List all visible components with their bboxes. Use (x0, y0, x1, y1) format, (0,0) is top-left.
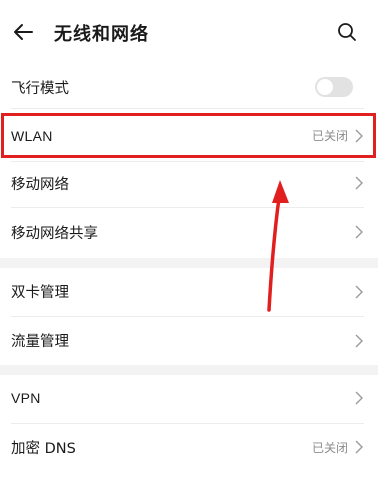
divider (11, 108, 364, 109)
mobile-network-row[interactable]: 移动网络 (0, 161, 378, 205)
app-header: 无线和网络 (0, 0, 378, 66)
airplane-mode-label: 飞行模式 (11, 80, 69, 97)
chevron-right-icon (354, 285, 364, 299)
section-gap (0, 365, 378, 375)
arrow-left-icon (14, 24, 33, 40)
search-icon (338, 23, 356, 41)
dual-sim-row[interactable]: 双卡管理 (0, 268, 378, 315)
private-dns-row[interactable]: 加密 DNS 已关闭 (0, 424, 378, 470)
chevron-right-icon (354, 391, 364, 405)
search-button[interactable] (335, 20, 359, 44)
toggle-knob (317, 79, 333, 95)
wlan-label: WLAN (11, 127, 53, 144)
private-dns-status: 已关闭 (311, 440, 348, 455)
section-gap (0, 258, 378, 268)
vpn-row[interactable]: VPN (0, 375, 378, 421)
private-dns-label: 加密 DNS (11, 440, 76, 457)
chevron-right-icon (354, 225, 364, 239)
wlan-row[interactable]: WLAN 已关闭 (0, 113, 378, 158)
airplane-mode-row[interactable]: 飞行模式 (0, 66, 378, 108)
chevron-right-icon (354, 129, 364, 143)
back-button[interactable] (10, 19, 36, 45)
chevron-right-icon (354, 334, 364, 348)
data-usage-row[interactable]: 流量管理 (0, 317, 378, 364)
wireless-networks-screen: 无线和网络 飞行模式 WLAN 已关闭 移动网络 移动网络共享 双卡管理 流量管… (0, 0, 378, 487)
data-usage-label: 流量管理 (11, 334, 69, 350)
dual-sim-label: 双卡管理 (11, 285, 69, 301)
airplane-mode-toggle[interactable] (315, 77, 353, 97)
mobile-network-label: 移动网络 (11, 176, 69, 193)
chevron-right-icon (354, 440, 364, 454)
hotspot-row[interactable]: 移动网络共享 (0, 208, 378, 256)
wlan-status: 已关闭 (311, 129, 348, 143)
chevron-right-icon (354, 176, 364, 190)
hotspot-label: 移动网络共享 (11, 225, 98, 242)
vpn-label: VPN (11, 390, 41, 406)
page-title: 无线和网络 (54, 24, 149, 45)
